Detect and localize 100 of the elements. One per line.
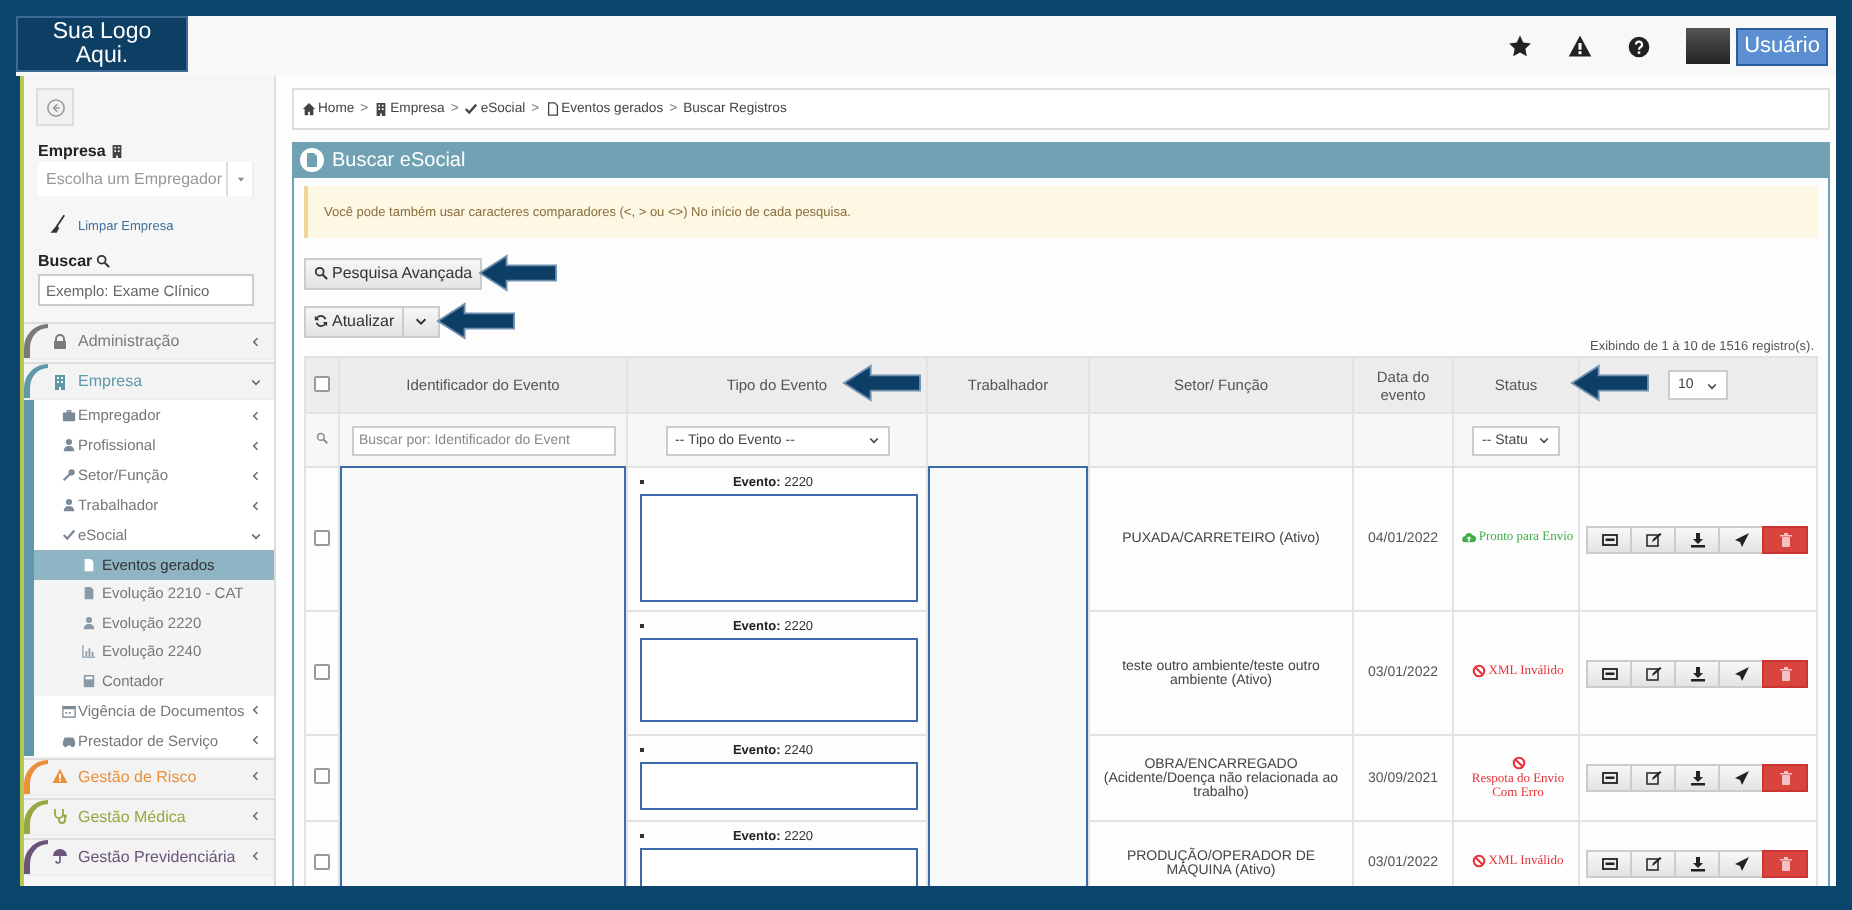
left-arrow-icon — [842, 364, 922, 402]
back-circle-icon — [45, 97, 65, 117]
bar-chart-icon — [82, 644, 96, 659]
refresh-button[interactable]: Atualizar — [304, 305, 405, 337]
search-icon — [316, 432, 328, 444]
check-icon — [464, 102, 479, 116]
edit-icon — [1645, 531, 1661, 547]
star-icon — [1508, 34, 1533, 58]
download-button[interactable] — [1674, 525, 1720, 553]
send-button[interactable] — [1718, 764, 1764, 792]
send-button[interactable] — [1718, 659, 1764, 687]
card-icon — [1601, 665, 1617, 681]
user-button[interactable]: Usuário — [1736, 27, 1828, 65]
blocked-icon — [1511, 756, 1525, 770]
left-arrow-icon — [478, 254, 559, 292]
search-label: Buscar — [38, 252, 93, 270]
chevron-down-icon — [1706, 379, 1718, 391]
blocked-icon — [1472, 854, 1487, 868]
search-icon — [96, 254, 111, 268]
wrench-icon — [62, 468, 76, 482]
delete-button[interactable] — [1762, 849, 1808, 877]
menu-item[interactable]: Administração — [24, 322, 274, 360]
delete-button[interactable] — [1762, 659, 1808, 687]
download-icon — [1689, 531, 1705, 547]
row-checkbox[interactable] — [314, 375, 330, 391]
edit-button[interactable] — [1630, 764, 1676, 792]
calculator-icon — [82, 673, 96, 688]
person-icon — [62, 438, 76, 452]
caret-down-icon — [235, 174, 245, 184]
chevron-down-icon — [414, 314, 429, 328]
check-icon — [62, 528, 76, 542]
lock-icon — [52, 333, 68, 349]
card-icon — [1601, 770, 1617, 786]
view-button[interactable] — [1586, 525, 1632, 553]
advanced-search-button[interactable]: Pesquisa Avançada — [304, 257, 483, 289]
download-icon — [1689, 770, 1705, 786]
chevron-down-icon — [867, 434, 879, 446]
building-icon — [374, 102, 389, 116]
delete-button[interactable] — [1762, 525, 1808, 553]
card-icon — [1601, 531, 1617, 547]
left-arrow-icon — [436, 302, 517, 340]
car-icon — [62, 733, 76, 747]
edit-button[interactable] — [1630, 849, 1676, 877]
download-button[interactable] — [1674, 849, 1720, 877]
download-icon — [1689, 665, 1705, 681]
trash-icon — [1777, 665, 1793, 681]
edit-button[interactable] — [1630, 525, 1676, 553]
menu-item[interactable]: Gestão Médica — [24, 797, 274, 835]
logo-text: Sua Logo Aqui. — [50, 20, 154, 68]
edit-button[interactable] — [1630, 659, 1676, 687]
send-button[interactable] — [1718, 525, 1764, 553]
paper-plane-icon — [1733, 855, 1749, 871]
paper-plane-icon — [1733, 770, 1749, 786]
row-checkbox[interactable] — [314, 768, 330, 784]
home-icon — [302, 102, 316, 116]
download-button[interactable] — [1674, 659, 1720, 687]
building-icon — [109, 144, 124, 158]
help-icon — [1628, 35, 1651, 57]
edit-icon — [1645, 665, 1661, 681]
send-button[interactable] — [1718, 849, 1764, 877]
document-icon — [304, 152, 320, 168]
company-label: Empresa — [38, 142, 106, 160]
person-icon — [62, 498, 76, 512]
umbrella-icon — [52, 848, 68, 864]
download-button[interactable] — [1674, 764, 1720, 792]
briefcase-icon — [62, 408, 76, 422]
view-button[interactable] — [1586, 849, 1632, 877]
trash-icon — [1777, 770, 1793, 786]
left-arrow-icon — [1570, 364, 1650, 402]
employer-select[interactable]: Escolha um Empregador — [38, 162, 254, 196]
refresh-icon — [314, 314, 328, 328]
warning-icon — [1568, 34, 1593, 58]
edit-icon — [1645, 770, 1661, 786]
paper-plane-icon — [1733, 531, 1749, 547]
dropdown-button[interactable] — [404, 305, 441, 337]
row-checkbox[interactable] — [314, 853, 330, 869]
card-icon — [1601, 855, 1617, 871]
trash-icon — [1777, 855, 1793, 871]
chevron-down-icon — [1538, 434, 1550, 446]
panel-title: Buscar eSocial — [332, 149, 466, 171]
trash-icon — [1777, 531, 1793, 547]
paper-plane-icon — [1733, 665, 1749, 681]
search-icon — [314, 266, 328, 280]
person-icon — [82, 615, 96, 630]
row-checkbox[interactable] — [314, 529, 330, 545]
calendar-icon — [62, 703, 76, 717]
row-checkbox[interactable] — [314, 663, 330, 679]
view-button[interactable] — [1586, 764, 1632, 792]
download-icon — [1689, 855, 1705, 871]
stethoscope-icon — [52, 808, 68, 824]
menu-item[interactable]: Gestão Previdenciária — [24, 837, 274, 875]
blocked-icon — [1472, 664, 1487, 678]
broom-icon — [48, 214, 68, 234]
warning-icon — [52, 768, 68, 784]
building-icon — [52, 373, 68, 389]
document-icon — [545, 102, 560, 116]
menu-item[interactable]: Empresa — [24, 362, 274, 400]
avatar-photo-placeholder — [1686, 28, 1731, 64]
cloud-upload-icon — [1462, 530, 1477, 544]
view-button[interactable] — [1586, 659, 1632, 687]
